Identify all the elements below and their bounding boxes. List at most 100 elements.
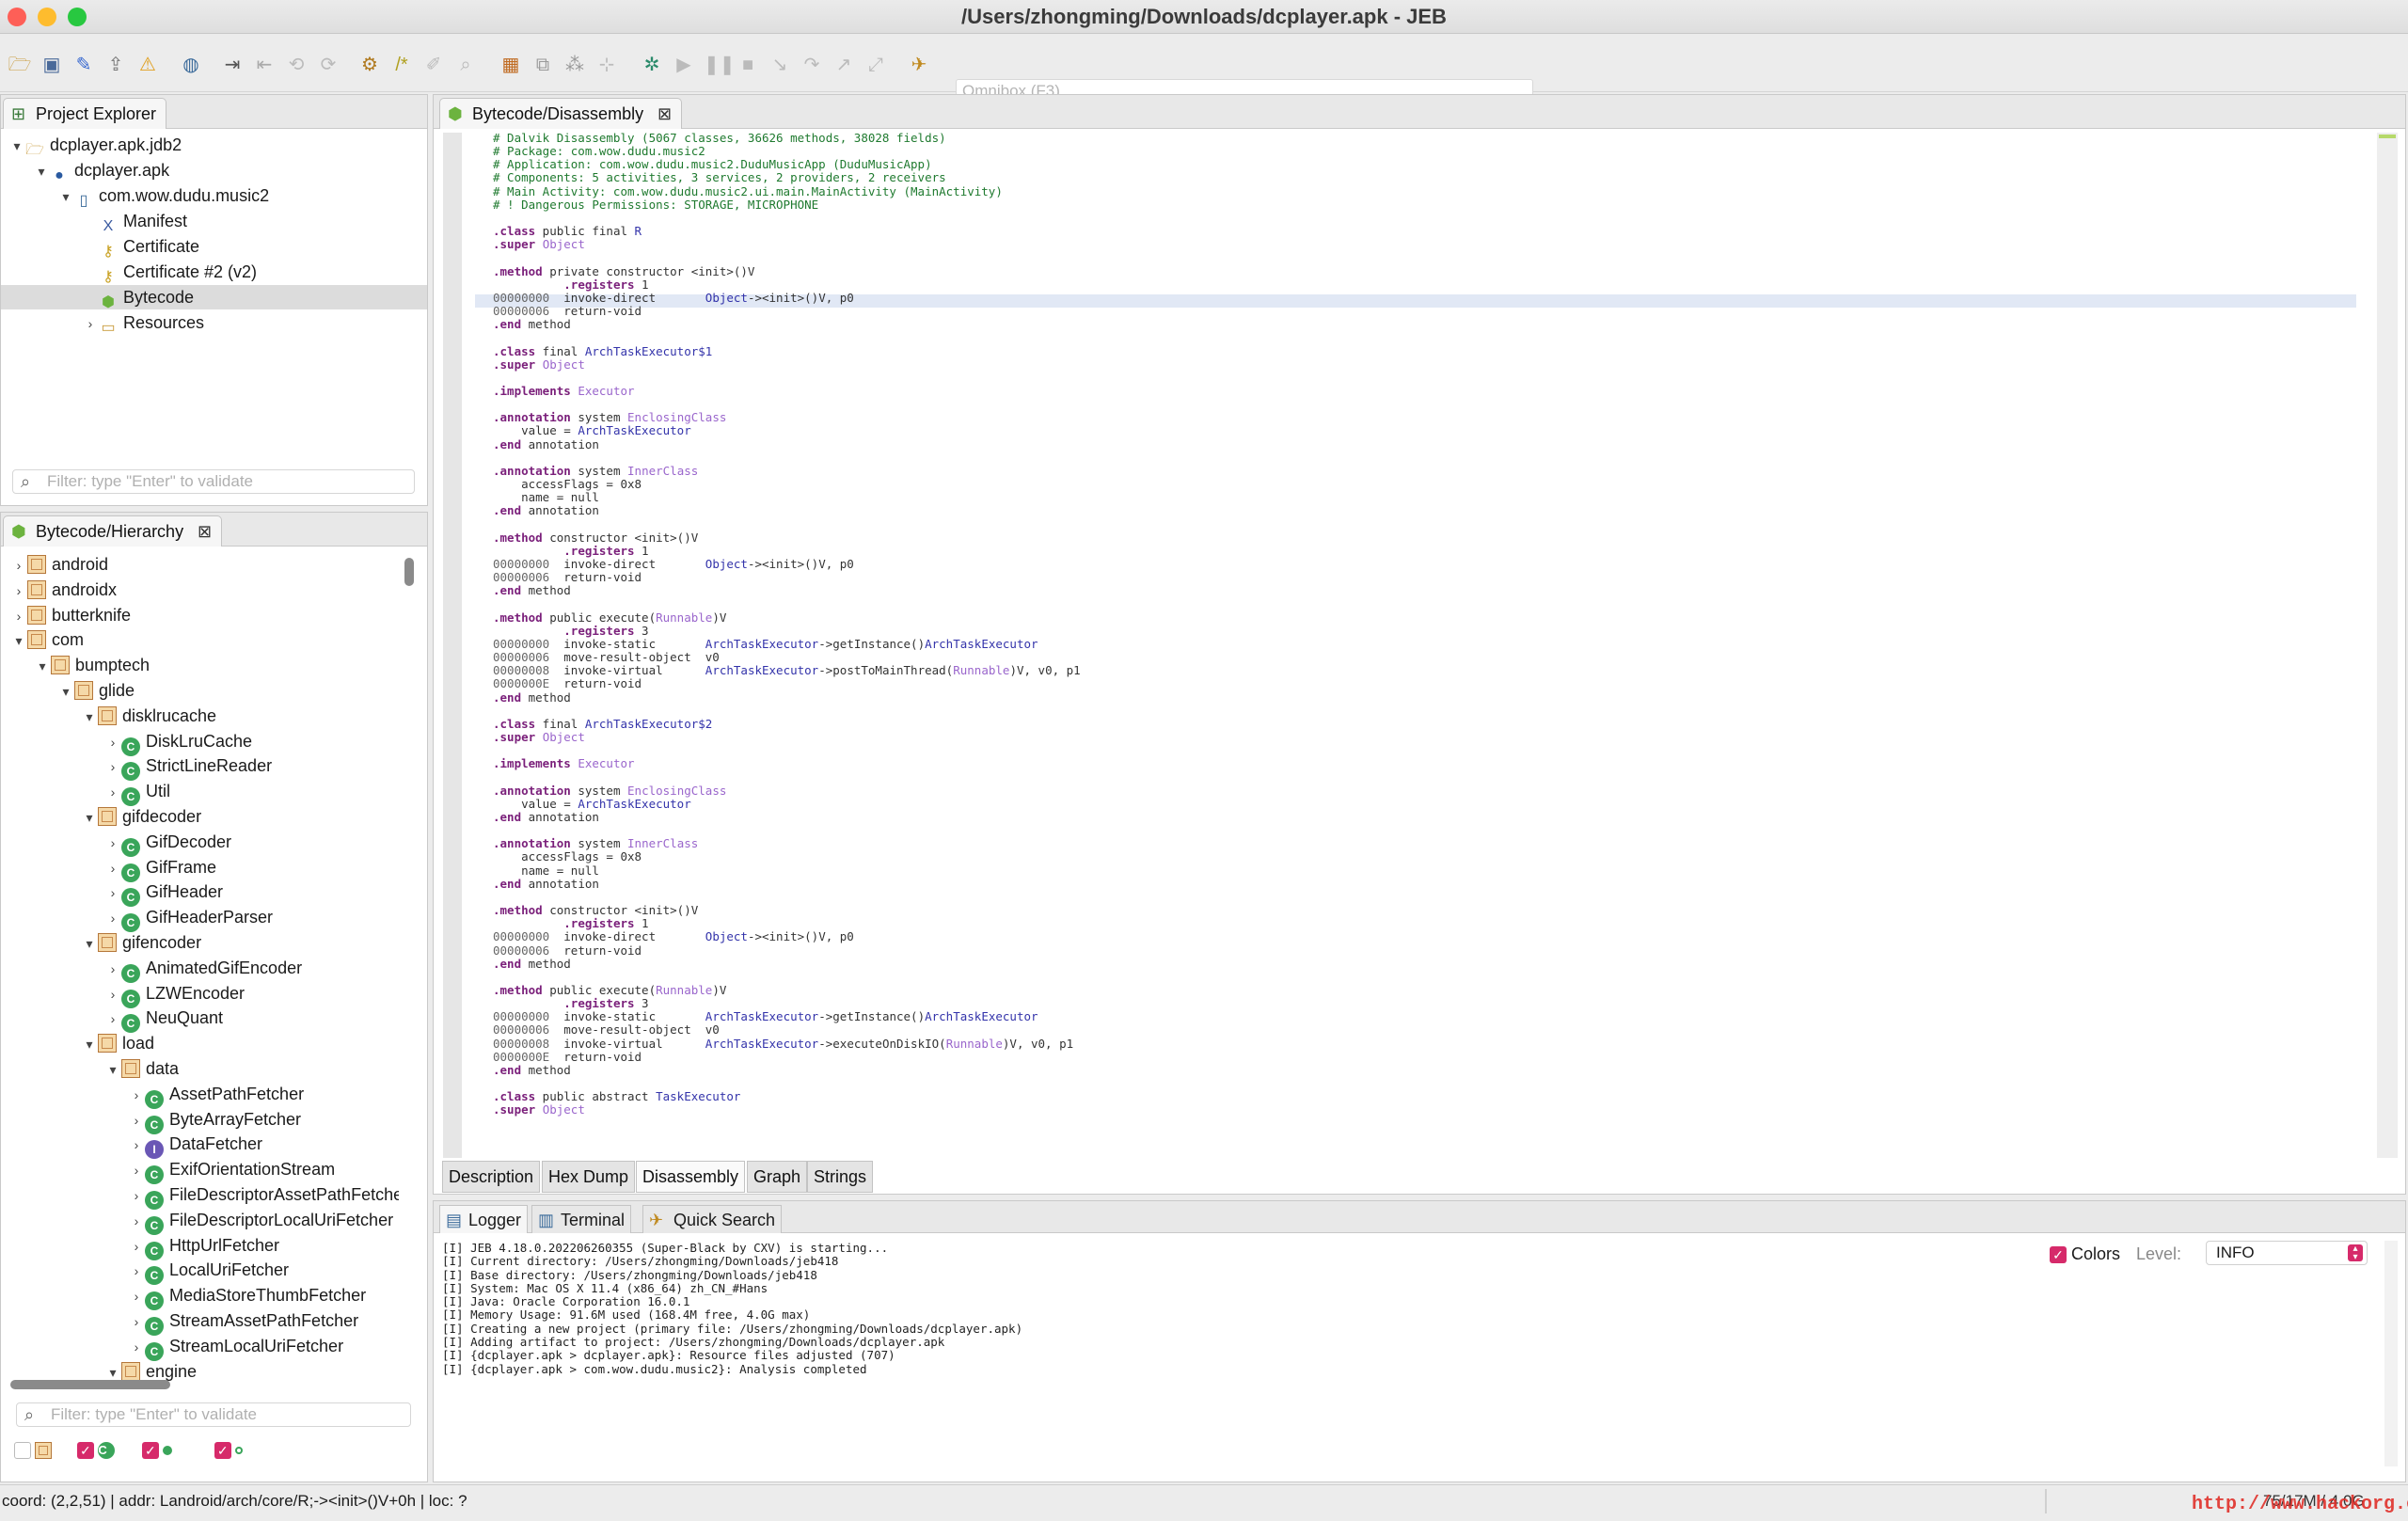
- level-select[interactable]: INFO ▴ ▾: [2206, 1241, 2368, 1265]
- project-tree-item[interactable]: ⬢ Bytecode: [1, 285, 427, 310]
- chevron-icon[interactable]: ▾: [81, 1032, 98, 1056]
- hierarchy-tree-item[interactable]: › C StrictLineReader: [104, 753, 272, 782]
- chevron-icon[interactable]: ▾: [33, 159, 50, 183]
- hierarchy-tree-item[interactable]: ▾ com: [10, 627, 84, 652]
- wrench-icon[interactable]: ✎: [71, 53, 96, 77]
- tab-bytecode-disassembly[interactable]: ⬢ Bytecode/Disassembly ⊠: [439, 98, 683, 129]
- hierarchy-tree-item[interactable]: › C LocalUriFetcher: [128, 1258, 289, 1286]
- chevron-icon[interactable]: ›: [104, 754, 121, 779]
- chevron-icon[interactable]: ›: [128, 1259, 145, 1283]
- references-icon[interactable]: ⌕: [453, 53, 478, 77]
- hierarchy-tree-item[interactable]: › C ExifOrientationStream: [128, 1157, 335, 1185]
- tab-disassembly[interactable]: Disassembly: [636, 1161, 746, 1193]
- editor-overview-ruler[interactable]: [2377, 133, 2398, 1158]
- run-icon[interactable]: ▶: [672, 53, 696, 77]
- hierarchy-tree-item[interactable]: › C DiskLruCache: [104, 729, 252, 756]
- chevron-icon[interactable]: ›: [10, 578, 27, 603]
- chevron-icon[interactable]: ▾: [81, 931, 98, 956]
- tab-logger[interactable]: ▤ Logger: [439, 1205, 529, 1233]
- chevron-icon[interactable]: ›: [104, 880, 121, 905]
- chevron-icon[interactable]: ›: [104, 831, 121, 855]
- hierarchy-tree-item[interactable]: › C ByteArrayFetcher: [128, 1107, 301, 1134]
- project-tree-item[interactable]: ▾ ▯ com.wow.dudu.music2: [1, 183, 427, 209]
- hierarchy-tree-item[interactable]: › C StreamLocalUriFetcher: [128, 1334, 343, 1361]
- chevron-icon[interactable]: ›: [104, 780, 121, 804]
- hierarchy-tree-item[interactable]: › C HttpUrlFetcher: [128, 1233, 279, 1260]
- show-methods-checkbox[interactable]: ✓: [141, 1442, 159, 1459]
- tab-project-explorer[interactable]: ⊞ Project Explorer: [3, 98, 167, 129]
- project-tree-item[interactable]: ▾ 🗁 dcplayer.apk.jdb2: [1, 133, 427, 158]
- step-over-icon[interactable]: ↷: [800, 53, 824, 77]
- tab-quick-search[interactable]: ✈ Quick Search: [642, 1205, 783, 1233]
- stop-icon[interactable]: ■: [736, 53, 760, 77]
- graph-icon[interactable]: ⁂: [562, 53, 587, 77]
- hierarchy-tree-item[interactable]: › C GifDecoder: [104, 830, 231, 857]
- hierarchy-tree-item[interactable]: ▾ data: [104, 1056, 179, 1081]
- hierarchy-tree-item[interactable]: › butterknife: [10, 603, 131, 627]
- detach-icon[interactable]: ⤢: [863, 53, 888, 77]
- project-filter-input[interactable]: ⌕ Filter: type "Enter" to validate: [12, 469, 415, 494]
- hierarchy-tree-item[interactable]: › android: [10, 552, 108, 577]
- decompile-icon[interactable]: ⚙: [357, 53, 382, 77]
- chevron-icon[interactable]: ›: [10, 604, 27, 628]
- chevron-icon[interactable]: ▾: [57, 679, 74, 704]
- hierarchy-tree-item[interactable]: ▾ disklrucache: [81, 704, 216, 728]
- open-file-icon[interactable]: 🗁: [8, 53, 32, 77]
- pause-icon[interactable]: ❚❚: [704, 53, 736, 77]
- project-tree-item[interactable]: ⚷ Certificate #2 (v2): [1, 260, 427, 285]
- tab-graph[interactable]: Graph: [747, 1161, 808, 1193]
- step-into-icon[interactable]: ↘: [768, 53, 792, 77]
- horizontal-scrollbar[interactable]: [10, 1380, 170, 1389]
- hierarchy-tree-item[interactable]: › androidx: [10, 578, 117, 602]
- close-tab-icon[interactable]: ⊠: [657, 99, 672, 129]
- close-tab-icon[interactable]: ⊠: [198, 516, 212, 547]
- chevron-icon[interactable]: ›: [104, 957, 121, 981]
- save-icon[interactable]: ▣: [40, 53, 64, 77]
- hierarchy-tree-item[interactable]: ▾ gifencoder: [81, 930, 201, 955]
- chevron-icon[interactable]: ›: [128, 1234, 145, 1259]
- chevron-icon[interactable]: ›: [128, 1083, 145, 1107]
- rename-icon[interactable]: ✐: [421, 53, 446, 77]
- comment-icon[interactable]: /*: [389, 53, 414, 77]
- export-icon[interactable]: ⇪: [103, 53, 128, 77]
- chevron-icon[interactable]: ›: [104, 856, 121, 880]
- call-graph-icon[interactable]: ⊹: [594, 53, 619, 77]
- warning-icon[interactable]: ⚠: [135, 53, 160, 77]
- chevron-icon[interactable]: ›: [104, 730, 121, 754]
- hierarchy-tree-item[interactable]: ▾ gifdecoder: [81, 804, 201, 829]
- project-tree-item[interactable]: X Manifest: [1, 209, 427, 234]
- step-out-icon[interactable]: ↗: [832, 53, 856, 77]
- chevron-icon[interactable]: ›: [128, 1183, 145, 1208]
- disassembly-code[interactable]: # Dalvik Disassembly (5067 classes, 3662…: [493, 131, 2355, 1129]
- chevron-icon[interactable]: ›: [128, 1335, 145, 1359]
- hierarchy-tree-item[interactable]: › C StreamAssetPathFetcher: [128, 1308, 358, 1336]
- chevron-icon[interactable]: ›: [128, 1108, 145, 1133]
- console-scrollbar[interactable]: [2384, 1241, 2398, 1466]
- chevron-icon[interactable]: ▾: [81, 705, 98, 729]
- globe-icon[interactable]: ◍: [179, 53, 203, 77]
- project-tree-item[interactable]: ▾ ● dcplayer.apk: [1, 158, 427, 183]
- hierarchy-tree-item[interactable]: › C LZWEncoder: [104, 981, 245, 1008]
- plugin-icon[interactable]: ✈: [907, 53, 931, 77]
- chevron-icon[interactable]: ›: [128, 1284, 145, 1308]
- project-tree-item[interactable]: ⚷ Certificate: [1, 234, 427, 260]
- hierarchy-tree-item[interactable]: › C AssetPathFetcher: [128, 1082, 304, 1109]
- hierarchy-filter-input[interactable]: ⌕ Filter: type "Enter" to validate: [16, 1402, 411, 1427]
- tab-bytecode-hierarchy[interactable]: ⬢ Bytecode/Hierarchy ⊠: [3, 515, 223, 547]
- hierarchy-tree-item[interactable]: › C GifHeaderParser: [104, 905, 273, 933]
- hierarchy-tree-item[interactable]: › C Util: [104, 779, 170, 807]
- chevron-icon[interactable]: ›: [128, 1309, 145, 1334]
- overrides-icon[interactable]: ⧉: [531, 53, 555, 77]
- navigate-icon[interactable]: ⇤: [252, 53, 277, 77]
- chevron-icon[interactable]: ›: [10, 553, 27, 578]
- colors-checkbox[interactable]: ✓: [2050, 1246, 2067, 1264]
- forward-icon[interactable]: ⟳: [316, 53, 341, 77]
- hierarchy-tree-item[interactable]: › C MediaStoreThumbFetcher: [128, 1283, 366, 1311]
- hierarchy-tree-item[interactable]: › C FileDescriptorLocalUriFetcher: [128, 1208, 393, 1235]
- tab-description[interactable]: Description: [442, 1161, 541, 1193]
- vertical-scrollbar[interactable]: [404, 558, 414, 586]
- colors-toggle[interactable]: ✓ Colors: [2050, 1243, 2120, 1265]
- hierarchy-tree-item[interactable]: › C GifFrame: [104, 855, 216, 882]
- chevron-icon[interactable]: ▾: [104, 1057, 121, 1082]
- chevron-icon[interactable]: ▾: [57, 184, 74, 209]
